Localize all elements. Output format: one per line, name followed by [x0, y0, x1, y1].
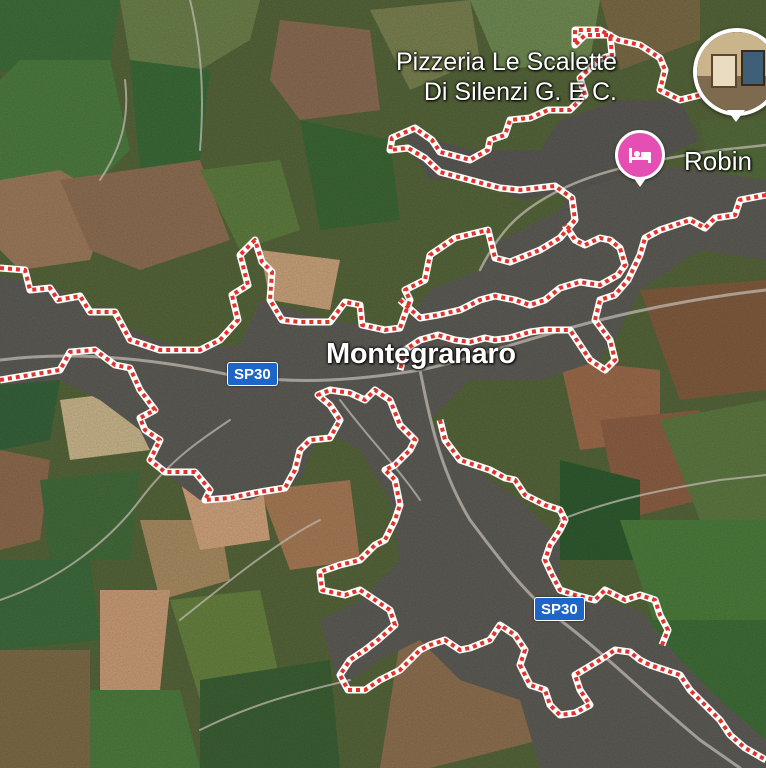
road-shield-sp30-south[interactable]: SP30: [534, 597, 585, 621]
photo-pin-tail: [727, 110, 745, 122]
bed-icon: [629, 148, 651, 163]
texture-noise: [0, 0, 766, 768]
poi-label-pizzeria-line1: Pizzeria Le Scalette: [396, 48, 617, 76]
place-label-montegranaro[interactable]: Montegranaro: [326, 338, 516, 371]
photo-shelf-2: [741, 50, 765, 86]
road-shield-sp30[interactable]: SP30: [227, 362, 278, 386]
poi-label-pizzeria-line2: Di Silenzi G. E C.: [423, 78, 617, 106]
poi-label-pizzeria[interactable]: Pizzeria Le Scalette Di Silenzi G. E C.: [396, 47, 617, 107]
satellite-map[interactable]: [0, 0, 766, 768]
place-photo-icon[interactable]: [693, 28, 766, 116]
photo-shelf: [711, 54, 737, 88]
poi-label-hotel[interactable]: Robin: [684, 146, 752, 177]
hotel-pin[interactable]: [615, 130, 665, 187]
